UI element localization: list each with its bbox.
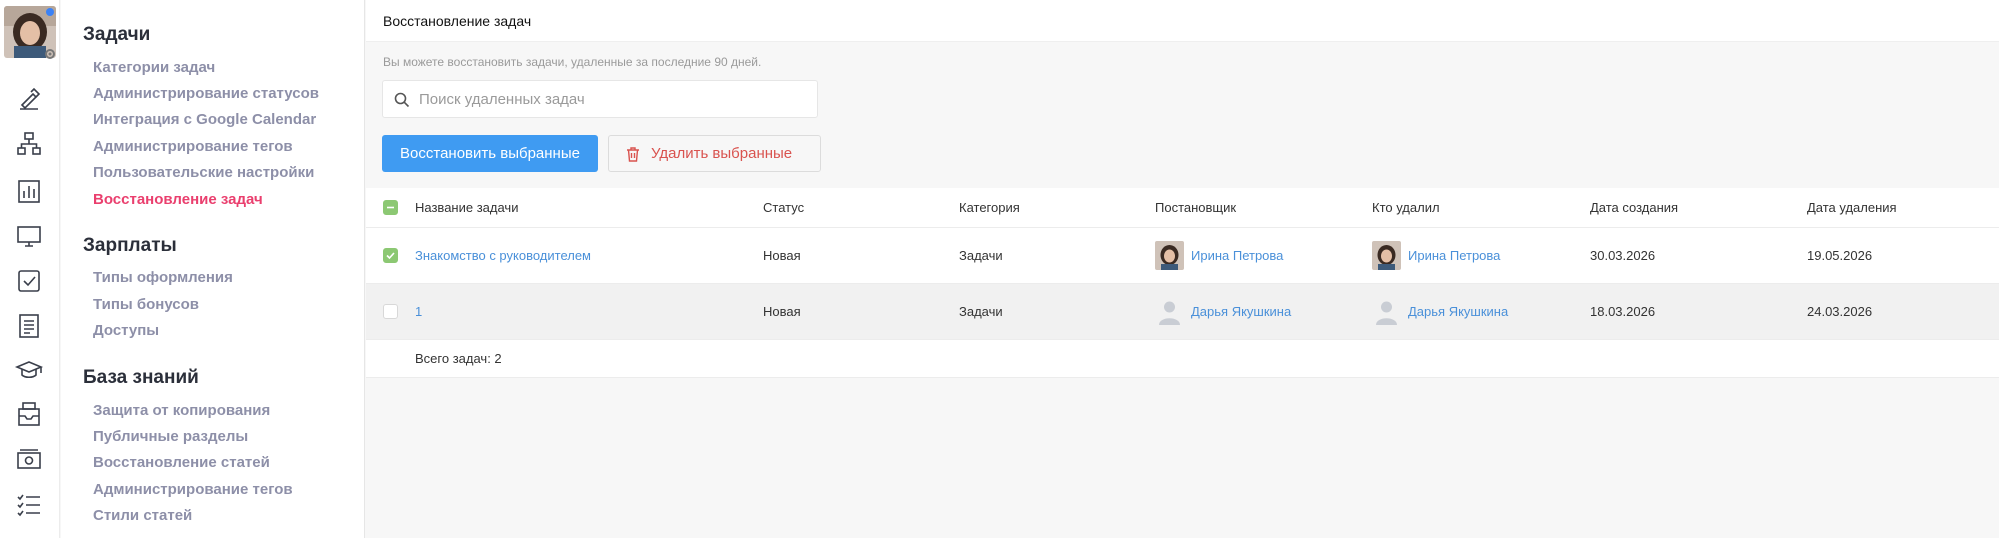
task-name-link[interactable]: Знакомство с руководителем bbox=[415, 228, 591, 283]
sidebar-item-task-restore[interactable]: Восстановление задач bbox=[93, 191, 263, 208]
search-icon bbox=[394, 92, 410, 108]
deleted-by-cell: Дарья Якушкина bbox=[1372, 284, 1508, 339]
restore-selected-button[interactable]: Восстановить выбранные bbox=[382, 135, 598, 172]
deleted-date: 19.05.2026 bbox=[1807, 248, 1873, 263]
task-status: Новая bbox=[763, 304, 801, 319]
sidebar-item-public-sections[interactable]: Публичные разделы bbox=[93, 428, 248, 445]
settings-sidebar: Задачи Категории задач Администрирование… bbox=[61, 0, 365, 538]
table-row[interactable]: Знакомство с руководителем Новая Задачи … bbox=[366, 228, 1999, 284]
trash-icon bbox=[627, 147, 639, 162]
gear-icon[interactable] bbox=[44, 48, 56, 60]
avatar-placeholder bbox=[1155, 297, 1184, 326]
avatar[interactable] bbox=[4, 6, 56, 60]
deleted-by-link[interactable]: Ирина Петрова bbox=[1408, 248, 1500, 263]
monitor-icon[interactable] bbox=[14, 221, 44, 251]
chart-icon[interactable] bbox=[14, 176, 44, 206]
total-count: Всего задач: 2 bbox=[415, 351, 502, 366]
section-title-knowledge-base: База знаний bbox=[83, 367, 199, 388]
task-status: Новая bbox=[763, 248, 801, 263]
delete-selected-label: Удалить выбранные bbox=[651, 145, 793, 162]
table-row[interactable]: 1 Новая Задачи Дарья Якушкина Дарья Якуш… bbox=[366, 284, 1999, 340]
sidebar-item-article-tag-admin[interactable]: Администрирование тегов bbox=[93, 481, 293, 498]
sidebar-item-copy-protection[interactable]: Защита от копирования bbox=[93, 402, 270, 419]
created-date: 18.03.2026 bbox=[1590, 304, 1656, 319]
sidebar-item-article-styles[interactable]: Стили статей bbox=[93, 507, 192, 524]
sidebar-item-employment-types[interactable]: Типы оформления bbox=[93, 269, 233, 286]
search-box bbox=[382, 80, 818, 118]
edit-icon[interactable] bbox=[14, 84, 44, 114]
graduation-cap-icon[interactable] bbox=[14, 355, 44, 385]
org-chart-icon[interactable] bbox=[14, 128, 44, 158]
column-header-name[interactable]: Название задачи bbox=[415, 188, 518, 227]
search-input[interactable] bbox=[419, 81, 809, 117]
table-header: Название задачи Статус Категория Постано… bbox=[366, 188, 1999, 228]
sidebar-item-status-admin[interactable]: Администрирование статусов bbox=[93, 85, 319, 102]
column-header-category[interactable]: Категория bbox=[959, 188, 1020, 227]
task-category: Задачи bbox=[959, 304, 1003, 319]
column-header-deleted[interactable]: Дата удаления bbox=[1807, 188, 1897, 227]
deleted-date: 24.03.2026 bbox=[1807, 304, 1873, 319]
column-header-status[interactable]: Статус bbox=[763, 188, 804, 227]
creator-cell: Дарья Якушкина bbox=[1155, 284, 1291, 339]
deleted-tasks-table: Название задачи Статус Категория Постано… bbox=[366, 188, 1999, 378]
row-checkbox[interactable] bbox=[383, 304, 398, 319]
minus-icon bbox=[387, 206, 394, 209]
notification-dot bbox=[46, 8, 54, 16]
avatar bbox=[1372, 241, 1401, 270]
inbox-icon[interactable] bbox=[14, 399, 44, 429]
deleted-by-cell: Ирина Петрова bbox=[1372, 228, 1500, 283]
topbar: Восстановление задач bbox=[366, 0, 1999, 42]
creator-cell: Ирина Петрова bbox=[1155, 228, 1283, 283]
created-date: 30.03.2026 bbox=[1590, 248, 1656, 263]
creator-link[interactable]: Дарья Якушкина bbox=[1191, 304, 1291, 319]
icon-rail bbox=[0, 0, 60, 538]
sidebar-item-google-calendar[interactable]: Интеграция с Google Calendar bbox=[93, 111, 316, 128]
sidebar-item-tag-admin[interactable]: Администрирование тегов bbox=[93, 138, 293, 155]
section-title-tasks: Задачи bbox=[83, 24, 151, 45]
task-name-link[interactable]: 1 bbox=[415, 284, 422, 339]
sidebar-item-task-categories[interactable]: Категории задач bbox=[93, 59, 215, 76]
column-header-created[interactable]: Дата создания bbox=[1590, 188, 1678, 227]
checkbox-icon[interactable] bbox=[14, 266, 44, 296]
creator-link[interactable]: Ирина Петрова bbox=[1191, 248, 1283, 263]
column-header-deleted-by[interactable]: Кто удалил bbox=[1372, 188, 1440, 227]
column-header-creator[interactable]: Постановщик bbox=[1155, 188, 1236, 227]
main-content: Восстановление задач Вы можете восстанов… bbox=[366, 0, 1999, 538]
task-category: Задачи bbox=[959, 248, 1003, 263]
document-icon[interactable] bbox=[14, 311, 44, 341]
checklist-icon[interactable] bbox=[14, 489, 44, 519]
avatar-placeholder bbox=[1372, 297, 1401, 326]
section-title-salaries: Зарплаты bbox=[83, 235, 177, 256]
table-footer: Всего задач: 2 bbox=[366, 340, 1999, 378]
sidebar-item-user-settings[interactable]: Пользовательские настройки bbox=[93, 164, 314, 181]
delete-selected-button[interactable]: Удалить выбранные bbox=[608, 135, 821, 172]
select-all-checkbox[interactable] bbox=[383, 200, 398, 215]
sidebar-item-access[interactable]: Доступы bbox=[93, 322, 159, 339]
page-title: Восстановление задач bbox=[383, 13, 532, 29]
restore-hint: Вы можете восстановить задачи, удаленные… bbox=[383, 55, 762, 69]
deleted-by-link[interactable]: Дарья Якушкина bbox=[1408, 304, 1508, 319]
sidebar-item-bonus-types[interactable]: Типы бонусов bbox=[93, 296, 199, 313]
money-icon[interactable] bbox=[14, 444, 44, 474]
row-checkbox[interactable] bbox=[383, 248, 398, 263]
checkmark-icon bbox=[386, 252, 395, 260]
sidebar-item-article-restore[interactable]: Восстановление статей bbox=[93, 454, 270, 471]
avatar bbox=[1155, 241, 1184, 270]
